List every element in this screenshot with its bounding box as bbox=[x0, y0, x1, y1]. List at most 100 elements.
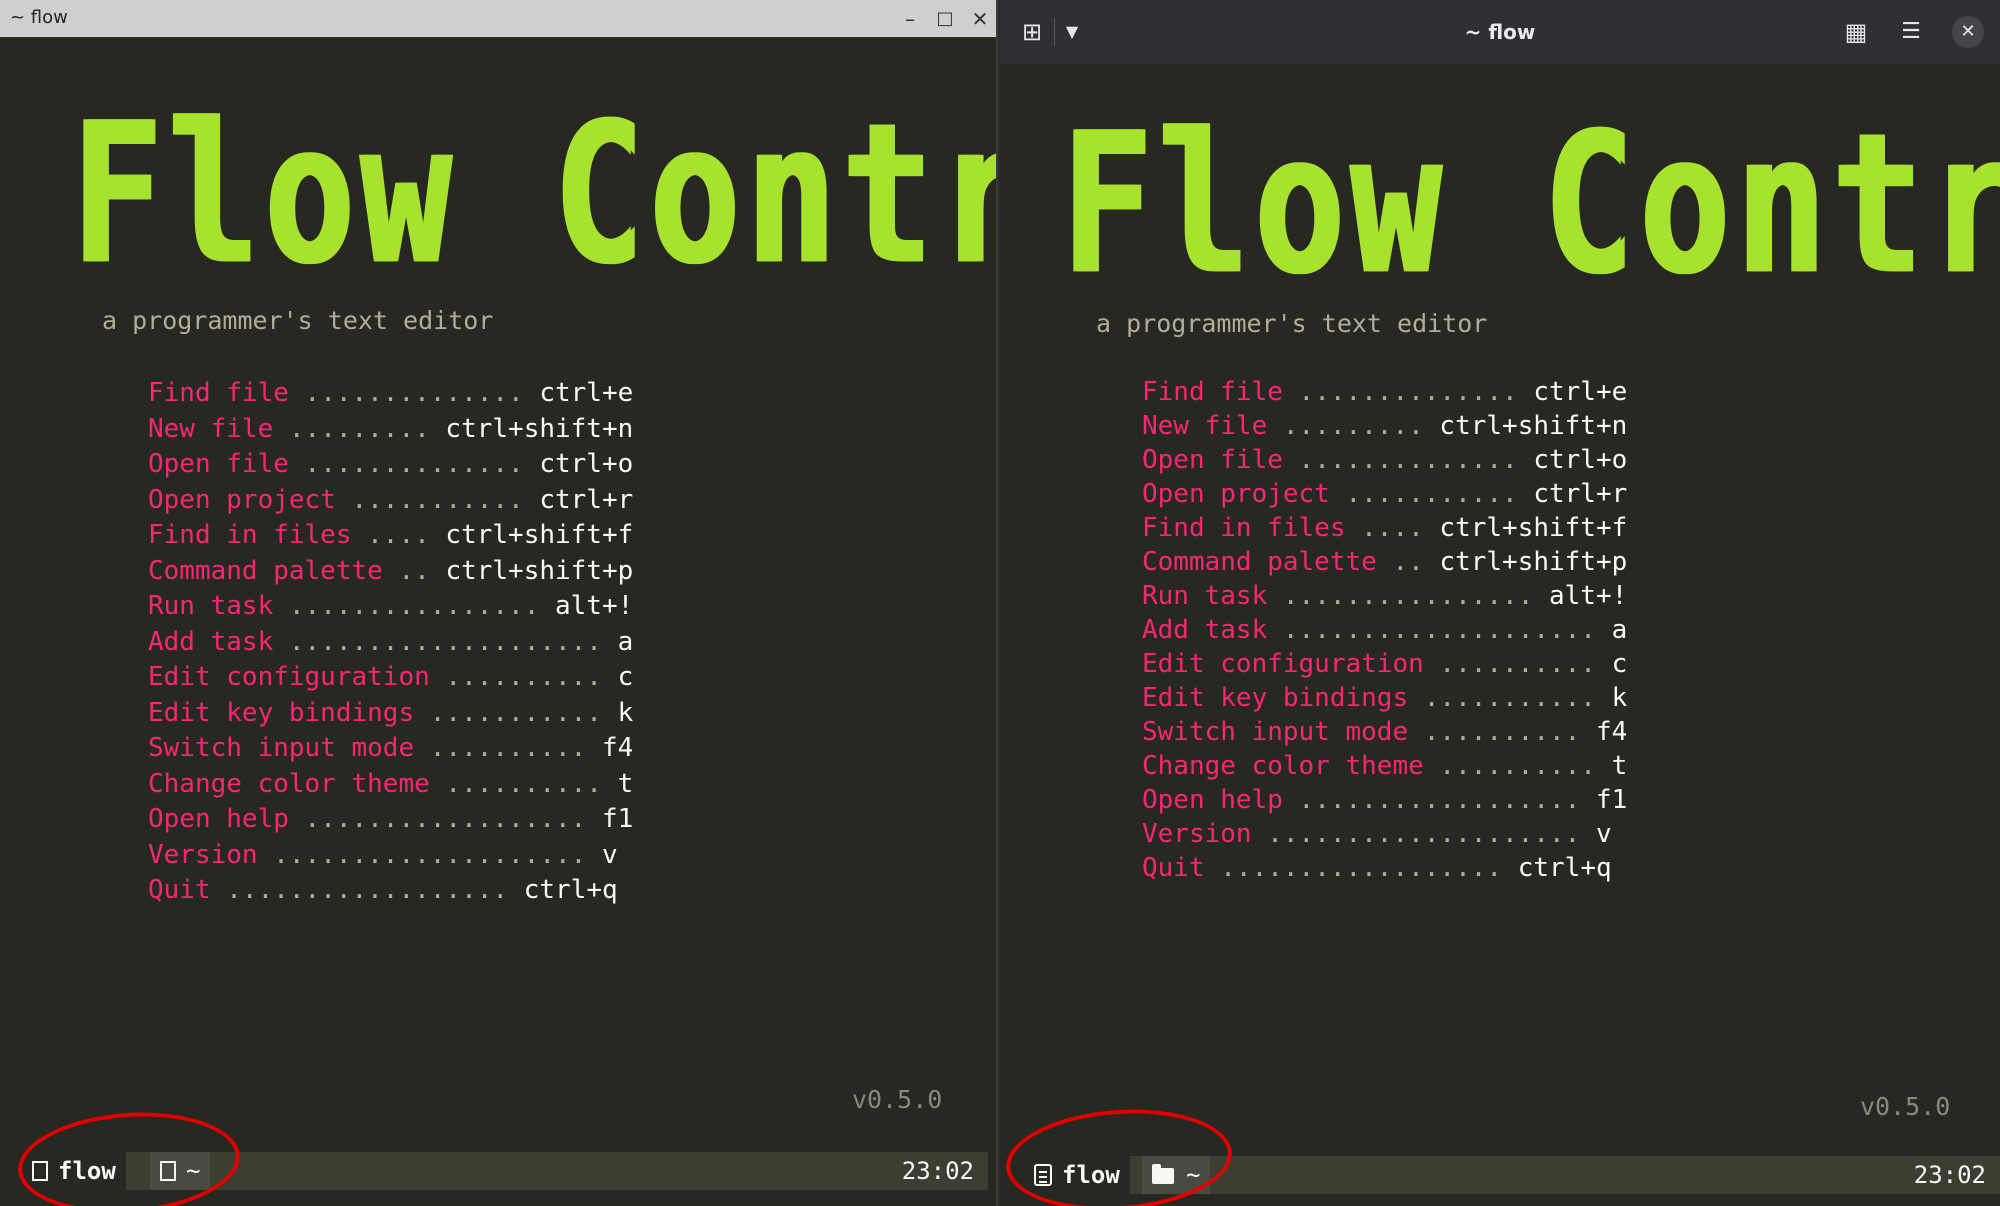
menu-item-leader: ........... bbox=[335, 484, 540, 515]
menu-item-leader: .......... bbox=[1423, 649, 1612, 679]
menu-item[interactable]: Version .................... v bbox=[1142, 817, 1627, 851]
menu-item[interactable]: Run task ................ alt+! bbox=[148, 589, 633, 625]
menu-item-leader: .................. bbox=[1282, 785, 1596, 815]
maximize-button[interactable]: □ bbox=[930, 4, 960, 34]
menu-item-shortcut: c bbox=[617, 662, 634, 692]
menu-item[interactable]: New file ......... ctrl+shift+n bbox=[1142, 409, 1627, 443]
menu-item-label: Edit key bindings bbox=[1142, 683, 1409, 713]
menu-item-label: Command palette bbox=[148, 555, 383, 586]
menu-item-label: Open help bbox=[148, 804, 289, 834]
menu-item-label: Open file bbox=[148, 449, 289, 479]
menu-item-leader: ........... bbox=[1329, 479, 1534, 509]
right-terminal-window: ⊞ ▼ ~ flow ▦ ☰ ✕ Flow Control a programm… bbox=[1000, 0, 2000, 1206]
menu-item-label: Add task bbox=[148, 626, 274, 657]
menu-item[interactable]: Change color theme .......... t bbox=[148, 767, 633, 803]
menu-item[interactable]: Find file .............. ctrl+e bbox=[1142, 375, 1627, 409]
menu-item-shortcut: ctrl+q bbox=[1517, 853, 1612, 883]
menu-item[interactable]: Find in files .... ctrl+shift+f bbox=[1142, 511, 1627, 545]
menu-item-label: Run task bbox=[1142, 581, 1268, 611]
menu-item-shortcut: t bbox=[617, 768, 634, 799]
version-label: v0.5.0 bbox=[1860, 1092, 1951, 1121]
version-label: v0.5.0 bbox=[852, 1085, 943, 1114]
menu-item[interactable]: Open help .................. f1 bbox=[1142, 783, 1627, 817]
menu-item-label: Find in files bbox=[148, 520, 352, 550]
menu-item-leader: .......... bbox=[429, 768, 618, 799]
menu-item-label: Run task bbox=[148, 591, 274, 621]
minimize-button[interactable]: – bbox=[895, 4, 925, 34]
menu-item[interactable]: Add task .................... a bbox=[148, 625, 633, 661]
menu-item[interactable]: Command palette .. ctrl+shift+p bbox=[1142, 545, 1627, 579]
menu-item[interactable]: Change color theme .......... t bbox=[1142, 749, 1627, 783]
menu-item-leader: .......... bbox=[414, 733, 602, 763]
menu-item-leader: .............. bbox=[1282, 445, 1534, 475]
menu-item-shortcut: a bbox=[1611, 615, 1628, 645]
menu-item[interactable]: Find in files .... ctrl+shift+f bbox=[148, 518, 633, 554]
menu-item-leader: ................ bbox=[273, 591, 555, 621]
menu-item-shortcut: f1 bbox=[1595, 785, 1628, 815]
menu-item-shortcut: t bbox=[1611, 751, 1628, 781]
app-title: Flow Control bbox=[1060, 92, 2000, 319]
menu-item-leader: .. bbox=[382, 555, 446, 586]
menu-item-shortcut: f1 bbox=[601, 804, 634, 834]
menu-item[interactable]: Find file .............. ctrl+e bbox=[148, 376, 633, 412]
menu-item-label: Change color theme bbox=[1142, 751, 1424, 781]
menu-item-shortcut: ctrl+shift+p bbox=[1439, 547, 1628, 577]
menu-item[interactable]: Edit key bindings ........... k bbox=[148, 696, 633, 732]
menu-item-label: New file bbox=[148, 413, 274, 444]
menu-item-leader: .......... bbox=[1423, 751, 1612, 781]
menu-item-shortcut: alt+! bbox=[1549, 581, 1628, 611]
menu-item[interactable]: Run task ................ alt+! bbox=[1142, 579, 1627, 613]
menu-item[interactable]: Quit .................. ctrl+q bbox=[148, 873, 633, 909]
menu-item-shortcut: ctrl+r bbox=[539, 484, 634, 515]
menu-item-label: Open project bbox=[148, 484, 336, 515]
menu-item-label: Find in files bbox=[1142, 513, 1346, 543]
menu-item[interactable]: Switch input mode .......... f4 bbox=[148, 731, 633, 767]
menu-item-label: Quit bbox=[148, 875, 211, 905]
left-title-bar[interactable]: ~ flow – □ ✕ bbox=[0, 0, 996, 37]
grid-view-icon[interactable]: ▦ bbox=[1840, 16, 1872, 48]
menu-item-label: Version bbox=[1142, 819, 1252, 849]
menu-item[interactable]: Open project ........... ctrl+r bbox=[148, 483, 633, 519]
menu-item-leader: .................. bbox=[210, 875, 524, 905]
menu-item-leader: .... bbox=[351, 520, 446, 550]
menu-item[interactable]: Open file .............. ctrl+o bbox=[1142, 443, 1627, 477]
menu-item[interactable]: New file ......... ctrl+shift+n bbox=[148, 412, 633, 448]
menu-item-leader: .................... bbox=[1267, 615, 1612, 645]
menu-item[interactable]: Open help .................. f1 bbox=[148, 802, 633, 838]
menu-item[interactable]: Quit .................. ctrl+q bbox=[1142, 851, 1627, 885]
menu-item-leader: .................. bbox=[1204, 853, 1518, 883]
menu-item-leader: ......... bbox=[273, 413, 446, 444]
menu-item[interactable]: Open project ........... ctrl+r bbox=[1142, 477, 1627, 511]
menu-item-label: Switch input mode bbox=[1142, 717, 1409, 747]
menu-item-leader: .................. bbox=[288, 804, 602, 834]
menu-item[interactable]: Version .................... v bbox=[148, 838, 633, 874]
close-icon[interactable]: ✕ bbox=[1952, 16, 1984, 48]
menu-item[interactable]: Add task .................... a bbox=[1142, 613, 1627, 647]
close-button[interactable]: ✕ bbox=[965, 4, 995, 34]
menu-item-leader: .......... bbox=[429, 662, 618, 692]
menu-item[interactable]: Switch input mode .......... f4 bbox=[1142, 715, 1627, 749]
menu-item-shortcut: ctrl+e bbox=[539, 378, 634, 408]
menu-item[interactable]: Edit configuration .......... c bbox=[1142, 647, 1627, 681]
menu-item[interactable]: Edit key bindings ........... k bbox=[1142, 681, 1627, 715]
menu-item-label: Open help bbox=[1142, 785, 1283, 815]
menu-item-label: Switch input mode bbox=[148, 733, 415, 763]
command-menu: Find file .............. ctrl+e New file … bbox=[148, 376, 633, 909]
menu-item-leader: ........... bbox=[414, 697, 618, 728]
menu-item-shortcut: ctrl+r bbox=[1533, 479, 1628, 509]
menu-item[interactable]: Command palette .. ctrl+shift+p bbox=[148, 554, 633, 590]
menu-item-label: Open file bbox=[1142, 445, 1283, 475]
menu-icon[interactable]: ☰ bbox=[1895, 16, 1927, 48]
status-clock: 23:02 bbox=[901, 1157, 974, 1185]
menu-item-shortcut: v bbox=[601, 839, 618, 870]
menu-item-label: Find file bbox=[1142, 377, 1283, 407]
menu-item-shortcut: ctrl+shift+f bbox=[1439, 513, 1628, 543]
menu-item[interactable]: Open file .............. ctrl+o bbox=[148, 447, 633, 483]
menu-item-label: Quit bbox=[1142, 853, 1205, 883]
right-header-bar[interactable]: ⊞ ▼ ~ flow ▦ ☰ ✕ bbox=[1000, 0, 2000, 64]
menu-item-label: Change color theme bbox=[148, 768, 430, 799]
menu-item[interactable]: Edit configuration .......... c bbox=[148, 660, 633, 696]
menu-item-label: Edit configuration bbox=[1142, 649, 1424, 679]
menu-item-shortcut: f4 bbox=[601, 733, 634, 763]
menu-item-leader: ........... bbox=[1408, 683, 1612, 713]
